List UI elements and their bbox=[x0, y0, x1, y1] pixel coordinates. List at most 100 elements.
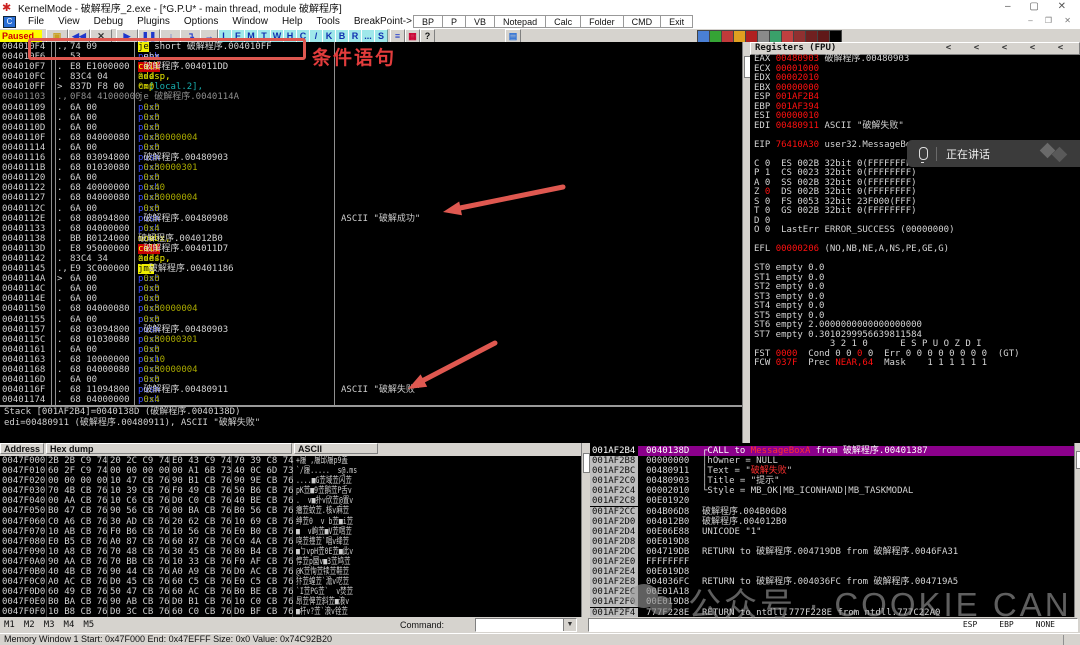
dropdown-icon[interactable]: ▼ bbox=[563, 619, 576, 631]
dump-row[interactable]: 0047F0E0 B0 BA CB 76 90 AB CB 76 D0 B1 CB… bbox=[0, 597, 581, 607]
memory-tab[interactable]: M5 bbox=[83, 620, 94, 630]
quick-button[interactable]: VB bbox=[465, 15, 495, 28]
disassembly-row[interactable]: 004010FF > 837D F8 00 cmp [local.2], 0x0 bbox=[0, 82, 742, 92]
dump-row[interactable]: 0047F0D0 60 49 CB 76 50 47 CB 76 60 AC CB… bbox=[0, 587, 581, 597]
disassembly-row[interactable]: 00401168 . 68 04000080 push 0x80000004 bbox=[0, 365, 742, 375]
register-line[interactable]: EDI 00480911 ASCII "破解失败" bbox=[750, 121, 1080, 132]
registers-pane[interactable]: EAX 00480903 破解程序.00480903 ECX 00001000 … bbox=[750, 54, 1080, 443]
stack-row[interactable]: 001AF2C8 00E01920 bbox=[590, 496, 1074, 507]
disassembly-row[interactable]: 00401138 . BB B0124000 mov ebx, 破解程序.0040… bbox=[0, 234, 742, 244]
dump-row[interactable]: 0047F000 2B 2B C9 74 20 2C C9 74 E0 43 C9… bbox=[0, 456, 581, 466]
memory-tab[interactable]: M2 bbox=[24, 620, 35, 630]
disassembly-row[interactable]: 0040112E . 68 08094800 push 破解程序.0048090… bbox=[0, 214, 742, 224]
collapse-icon[interactable]: < bbox=[1025, 43, 1040, 54]
stack-row[interactable]: 001AF2D8 00E019D8 bbox=[590, 536, 1074, 547]
collapse-icon[interactable]: < bbox=[997, 43, 1012, 54]
memory-dump-pane[interactable]: 0047F000 2B 2B C9 74 20 2C C9 74 E0 43 C9… bbox=[0, 456, 581, 618]
disassembly-row[interactable]: 00401127 . 68 04000080 push 0x80000004 bbox=[0, 193, 742, 203]
collapse-icon[interactable]: < bbox=[969, 43, 984, 54]
mdi-window-controls[interactable]: – ❐ ✕ bbox=[1028, 16, 1076, 25]
menu-item[interactable]: Tools bbox=[310, 16, 347, 27]
disassembly-row[interactable]: 0040112C . 6A 00 push 0x0 bbox=[0, 204, 742, 214]
register-line[interactable]: EFL 00000206 (NO,NB,NE,A,NS,PE,GE,G) bbox=[750, 244, 1080, 255]
dump-row[interactable]: 0047F0A0 90 AA CB 76 70 BB CB 76 10 33 CB… bbox=[0, 557, 581, 567]
disassembly-row[interactable]: 0040114A > 6A 00 push 0x0 bbox=[0, 274, 742, 284]
disassembly-row[interactable]: 0040110F . 68 04000080 push 0x80000004 bbox=[0, 133, 742, 143]
disassembly-row[interactable]: 0040110B . 6A 00 push 0x0 bbox=[0, 113, 742, 123]
disassembly-row[interactable]: 00401142 . 83C4 34 add esp, 0x34 bbox=[0, 254, 742, 264]
stack-row[interactable]: 001AF2C0 00480903 │Title = "提示" bbox=[590, 476, 1074, 487]
stack-row[interactable]: 001AF2CC 004B06D8 破解程序.004B06D8 bbox=[590, 506, 1074, 517]
stack-row[interactable]: 001AF2E4 00E019D8 bbox=[590, 567, 1074, 578]
menu-item[interactable]: Window bbox=[225, 16, 275, 27]
disassembly-row[interactable]: 00401109 . 6A 00 push 0x0 bbox=[0, 103, 742, 113]
disassembly-row[interactable]: 0040115C . 68 01030080 push 0x80000301 bbox=[0, 335, 742, 345]
disassembly-row[interactable]: 00401155 . 6A 00 push 0x0 bbox=[0, 315, 742, 325]
collapse-icon[interactable]: < bbox=[1053, 43, 1068, 54]
disassembly-row[interactable]: 00401161 . 6A 00 push 0x0 bbox=[0, 345, 742, 355]
menu-item[interactable]: Options bbox=[177, 16, 225, 27]
quick-button[interactable]: CMD bbox=[622, 15, 661, 28]
disassembly-row[interactable]: 00401174 . 68 04000000 push 0x4 bbox=[0, 395, 742, 405]
memory-tab[interactable]: M3 bbox=[44, 620, 55, 630]
quick-button[interactable]: Notepad bbox=[494, 15, 546, 28]
menu-item[interactable]: Plugins bbox=[130, 16, 177, 27]
disassembly-row[interactable]: 0040114C . 6A 00 push 0x0 bbox=[0, 284, 742, 294]
stack-row[interactable]: 001AF2D4 00E06E88 UNICODE "1" bbox=[590, 526, 1074, 537]
dump-col-ascii[interactable]: ASCII bbox=[294, 443, 378, 454]
disassembly-row[interactable]: 004010FC . 83C4 04 add esp, 0x4 bbox=[0, 72, 742, 82]
menu-item[interactable]: BreakPoint-> bbox=[347, 16, 419, 27]
stack-row[interactable]: 001AF2C4 00002010 └Style = MB_OK|MB_ICON… bbox=[590, 486, 1074, 497]
disassembly-row[interactable]: 00401133 . 68 04000000 push 0x4 bbox=[0, 224, 742, 234]
disassembly-row[interactable]: 0040110D . 6A 00 push 0x0 bbox=[0, 123, 742, 133]
dump-row[interactable]: 0047F0C0 A0 AC CB 76 D0 45 CB 76 60 C5 CB… bbox=[0, 577, 581, 587]
menu-item[interactable]: Help bbox=[275, 16, 310, 27]
dump-row[interactable]: 0047F030 70 4B CB 76 10 39 CB 76 F0 49 CB… bbox=[0, 486, 581, 496]
dump-col-hex[interactable]: Hex dump bbox=[46, 443, 292, 454]
disassembly-row[interactable]: 0040116D . 6A 00 push 0x0 bbox=[0, 375, 742, 385]
disassembly-row[interactable]: 00401157 . 68 03094800 push 破解程序.0048090… bbox=[0, 325, 742, 335]
quick-button[interactable]: BP bbox=[413, 15, 443, 28]
dump-row[interactable]: 0047F060 C0 A6 CB 76 30 AD CB 76 20 62 CB… bbox=[0, 517, 581, 527]
stack-row[interactable]: 001AF2B4 0040138D ┌CALL to MessageBoxA f… bbox=[590, 446, 1074, 457]
menu-item[interactable]: View bbox=[51, 16, 87, 27]
quick-button[interactable]: Folder bbox=[580, 15, 623, 28]
quick-button[interactable]: Calc bbox=[545, 15, 581, 28]
dump-row[interactable]: 0047F020 00 00 00 00 10 47 CB 76 90 B1 CB… bbox=[0, 476, 581, 486]
disassembly-row[interactable]: 0040114E . 6A 00 push 0x0 bbox=[0, 294, 742, 304]
disassembly-row[interactable]: 00401103 ., 0F84 41000000 je 破解程序.004011… bbox=[0, 92, 742, 102]
collapse-icon[interactable]: < bbox=[941, 43, 956, 54]
disassembly-row[interactable]: 00401122 . 68 40000000 push 0x40 bbox=[0, 183, 742, 193]
disassembly-row[interactable]: 00401116 . 68 03094800 push 破解程序.0048090… bbox=[0, 153, 742, 163]
quick-button[interactable]: P bbox=[442, 15, 466, 28]
stack-row[interactable]: 001AF2D0 004012B0 破解程序.004012B0 bbox=[590, 516, 1074, 527]
register-line[interactable]: T 0 GS 002B 32bit 0(FFFFFFFF) bbox=[750, 206, 1080, 217]
command-input[interactable]: ▼ bbox=[475, 618, 577, 632]
disassembly-row[interactable]: 0040111B . 68 01030080 push 0x80000301 bbox=[0, 163, 742, 173]
stack-row[interactable]: 001AF2E0 FFFFFFFF bbox=[590, 557, 1074, 568]
disassembly-row[interactable]: 00401114 . 6A 00 push 0x0 bbox=[0, 143, 742, 153]
stack-row[interactable]: 001AF2DC 004719DB RETURN to 破解程序.004719D… bbox=[590, 546, 1074, 557]
dump-row[interactable]: 0047F0B0 40 4B CB 76 90 44 CB 76 A0 A9 CB… bbox=[0, 567, 581, 577]
disassembly-row[interactable]: 0040113D . E8 95000000 call 破解程序.004011D… bbox=[0, 243, 742, 254]
memory-tab[interactable]: M4 bbox=[64, 620, 75, 630]
register-line[interactable]: O 0 LastErr ERROR_SUCCESS (00000000) bbox=[750, 225, 1080, 236]
window-controls[interactable]: – ▢ ✕ bbox=[1005, 1, 1074, 12]
disassembly-row[interactable]: 0040116F . 68 11094800 push 破解程序.0048091… bbox=[0, 385, 742, 395]
stack-row[interactable]: 001AF2BC 00480911 │Text = "破解失败" bbox=[590, 466, 1074, 477]
dump-col-address[interactable]: Address bbox=[0, 443, 44, 454]
quick-button[interactable]: Exit bbox=[660, 15, 694, 28]
stack-scrollbar[interactable] bbox=[1074, 443, 1080, 618]
menu-item[interactable]: Debug bbox=[87, 16, 130, 27]
dump-row[interactable]: 0047F010 60 2F C9 74 00 00 00 00 00 A1 6B… bbox=[0, 466, 581, 476]
disassembly-row[interactable]: 00401120 . 6A 00 push 0x0 bbox=[0, 173, 742, 183]
dump-row[interactable]: 0047F050 B0 47 CB 76 90 56 CB 76 00 BA CB… bbox=[0, 506, 581, 516]
title-bar[interactable]: ✱ KernelMode - 破解程序_2.exe - [*G.P.U* - m… bbox=[0, 0, 1080, 15]
disassembly-row[interactable]: 00401150 . 68 04000080 push 0x80000004 bbox=[0, 304, 742, 314]
menu-item[interactable]: File bbox=[21, 16, 51, 27]
register-line[interactable]: FCW 037F Prec NEAR,64 Mask 1 1 1 1 1 1 bbox=[750, 358, 1080, 369]
disassembly-row[interactable]: 00401163 . 68 10000000 push 0x10 bbox=[0, 355, 742, 365]
dump-row[interactable]: 0047F070 10 AB CB 76 F0 B6 CB 76 10 56 CB… bbox=[0, 527, 581, 537]
memory-tab[interactable]: M1 bbox=[4, 620, 15, 630]
dump-row[interactable]: 0047F0F0 10 B8 CB 76 D0 3C CB 76 60 C0 CB… bbox=[0, 607, 581, 617]
